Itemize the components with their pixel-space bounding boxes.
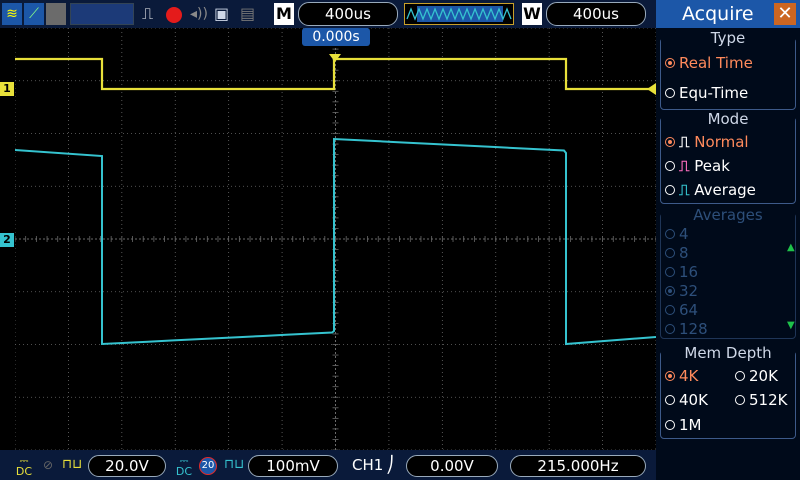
radio-icon (665, 395, 675, 405)
memdepth-title: Mem Depth (661, 344, 795, 362)
rising-edge-icon: ⎠ (386, 455, 394, 474)
radio-icon (665, 286, 675, 296)
mute-icon[interactable]: ◂)) (190, 3, 208, 27)
radio-icon (665, 229, 675, 239)
mode-section: Mode ⎍ Normal ⎍ Peak ⎍ Average (660, 110, 796, 204)
cursor-icon[interactable]: ⟋ (24, 3, 44, 25)
radio-icon (665, 420, 675, 430)
window-value[interactable]: 400us (546, 2, 646, 26)
window-preview[interactable] (404, 3, 514, 25)
ch1-marker[interactable]: 1 (0, 82, 14, 96)
normal-mode-icon: ⎍ (679, 133, 690, 151)
radio-icon (735, 371, 745, 381)
record-icon[interactable] (166, 7, 182, 23)
window-label: W (522, 3, 542, 25)
mode-option-peak[interactable]: ⎍ Peak (665, 156, 730, 176)
run-pulse-icon: ⎍ (142, 4, 154, 23)
averages-option: 128 (665, 319, 708, 339)
status-box (70, 3, 134, 25)
print-icon[interactable]: ▤ (240, 3, 260, 27)
trigger-source[interactable]: CH1 (352, 455, 384, 477)
type-section: Type Real Time Equ-Time (660, 29, 796, 110)
radio-icon (665, 305, 675, 315)
radio-icon (665, 161, 675, 171)
ch2-coupling-icon[interactable]: ⎓ DC (174, 455, 194, 477)
save-icon[interactable]: ▣ (214, 3, 234, 27)
radio-icon (665, 137, 675, 147)
ch1-bw-icon: ⊘ (42, 458, 54, 472)
menu-title: Acquire (682, 3, 754, 25)
trigger-time-marker: 0.000s (302, 28, 370, 46)
mode-title: Mode (661, 110, 795, 128)
trigger-level[interactable]: 0.00V (406, 455, 498, 477)
averages-option: 4 (665, 224, 689, 244)
acquire-menu: Acquire ✕ Type Real Time Equ-Time Mode ⎍… (656, 0, 800, 480)
memdepth-section: Mem Depth 4K 20K 40K 512K 1M (660, 344, 796, 439)
memdepth-option-40k[interactable]: 40K (665, 390, 708, 410)
memdepth-option-512k[interactable]: 512K (735, 390, 787, 410)
top-status-bar: ≋ ⟋ ⎍ ◂)) ▣ ▤ M 400us W 400us (0, 0, 656, 28)
peak-mode-icon: ⎍ (679, 157, 690, 175)
waveform-display[interactable] (15, 28, 656, 450)
averages-option: 64 (665, 300, 698, 320)
radio-icon (665, 267, 675, 277)
type-option-equ-time[interactable]: Equ-Time (665, 83, 748, 103)
window-preview-wave-icon (406, 6, 512, 22)
averages-option: 8 (665, 243, 689, 263)
radio-icon (665, 58, 675, 68)
ch1-coupling-icon[interactable]: ⎓ DC (14, 455, 34, 477)
scroll-down-icon: ▼ (787, 320, 795, 331)
ch2-marker[interactable]: 2 (0, 233, 14, 247)
radio-icon (735, 395, 745, 405)
averages-section: Averages 4 8 16 32 64 128 ▲ ▼ (660, 206, 796, 339)
type-title: Type (661, 29, 795, 47)
memdepth-option-1m[interactable]: 1M (665, 415, 702, 435)
averages-title: Averages (661, 206, 795, 224)
waveform-grid (15, 28, 656, 450)
waveform-icon[interactable]: ≋ (2, 3, 22, 25)
radio-icon (665, 324, 675, 334)
mode-option-normal[interactable]: ⎍ Normal (665, 132, 749, 152)
trigger-level-marker (647, 83, 656, 95)
bottom-status-bar: ⎓ DC ⊘ ⊓⊔ 20.0V ⎓ DC 20 ⊓⊔ 100mV CH1 ⎠ 0.0… (0, 450, 656, 480)
ch1-volts-div[interactable]: 20.0V (88, 455, 166, 477)
averages-option: 16 (665, 262, 698, 282)
radio-icon (665, 88, 675, 98)
display-icon[interactable] (46, 3, 66, 25)
timebase-value[interactable]: 400us (298, 2, 398, 26)
close-icon[interactable]: ✕ (774, 3, 796, 25)
type-option-real-time[interactable]: Real Time (665, 53, 753, 73)
menu-header: Acquire ✕ (656, 0, 800, 28)
ch2-invert-icon: ⊓⊔ (224, 457, 245, 472)
memdepth-option-20k[interactable]: 20K (735, 366, 778, 386)
radio-icon (665, 371, 675, 381)
ch2-volts-div[interactable]: 100mV (248, 455, 338, 477)
average-mode-icon: ⎍ (679, 181, 690, 199)
ch2-bw-badge: 20 (199, 457, 217, 475)
ch1-invert-icon: ⊓⊔ (62, 457, 83, 472)
averages-option: 32 (665, 281, 698, 301)
radio-icon (665, 185, 675, 195)
memdepth-option-4k[interactable]: 4K (665, 366, 698, 386)
mode-option-average[interactable]: ⎍ Average (665, 180, 756, 200)
scroll-up-icon: ▲ (787, 242, 795, 253)
timebase-label: M (274, 3, 294, 25)
frequency-readout: 215.000Hz (510, 455, 646, 477)
radio-icon (665, 248, 675, 258)
